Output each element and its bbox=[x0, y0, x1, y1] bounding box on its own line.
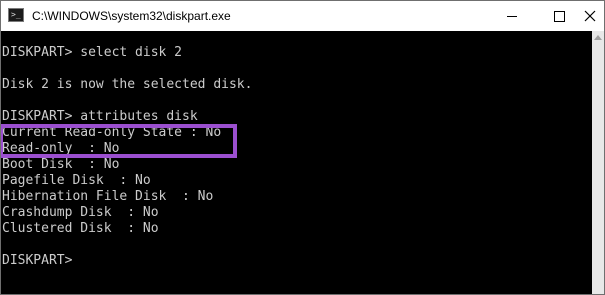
scroll-up-arrow-icon[interactable] bbox=[594, 35, 602, 40]
console-line-boot-disk: Boot Disk : No bbox=[2, 157, 120, 172]
minimize-button[interactable] bbox=[489, 1, 535, 31]
title-bar[interactable]: >_ C:\WINDOWS\system32\diskpart.exe bbox=[1, 1, 604, 31]
console-line-current-read-only-state: Current Read-only State : No bbox=[2, 125, 222, 140]
close-icon bbox=[584, 10, 596, 22]
console-line-select-command: DISKPART> select disk 2 bbox=[2, 45, 183, 60]
console-output[interactable]: DISKPART> select disk 2 Disk 2 is now th… bbox=[1, 31, 592, 294]
console-line-attributes-command: DISKPART> attributes disk bbox=[2, 109, 198, 124]
console-line-blank bbox=[2, 61, 252, 77]
prompt-glyph-icon: >_ bbox=[11, 10, 21, 19]
console-line-pagefile-disk: Pagefile Disk : No bbox=[2, 173, 151, 188]
console-line-clustered-disk: Clustered Disk : No bbox=[2, 221, 159, 236]
maximize-button[interactable] bbox=[536, 1, 582, 31]
console-line-blank bbox=[2, 93, 252, 109]
console-line-read-only: Read-only : No bbox=[2, 141, 120, 156]
console-app-icon[interactable]: >_ bbox=[8, 8, 24, 22]
console-line-selected-message: Disk 2 is now the selected disk. bbox=[2, 77, 253, 92]
close-button[interactable] bbox=[582, 1, 604, 31]
console-window: >_ C:\WINDOWS\system32\diskpart.exe DISK… bbox=[0, 0, 605, 295]
vertical-scrollbar[interactable] bbox=[592, 31, 604, 294]
console-line-crashdump-disk: Crashdump Disk : No bbox=[2, 205, 159, 220]
window-title: C:\WINDOWS\system32\diskpart.exe bbox=[32, 9, 231, 23]
maximize-icon bbox=[554, 11, 565, 22]
console-line-blank bbox=[2, 237, 252, 253]
console-line-hibernation-file-disk: Hibernation File Disk : No bbox=[2, 189, 214, 204]
minimize-icon bbox=[507, 16, 517, 17]
console-lines: DISKPART> select disk 2 Disk 2 is now th… bbox=[2, 45, 252, 269]
console-line-prompt: DISKPART> bbox=[2, 253, 73, 268]
